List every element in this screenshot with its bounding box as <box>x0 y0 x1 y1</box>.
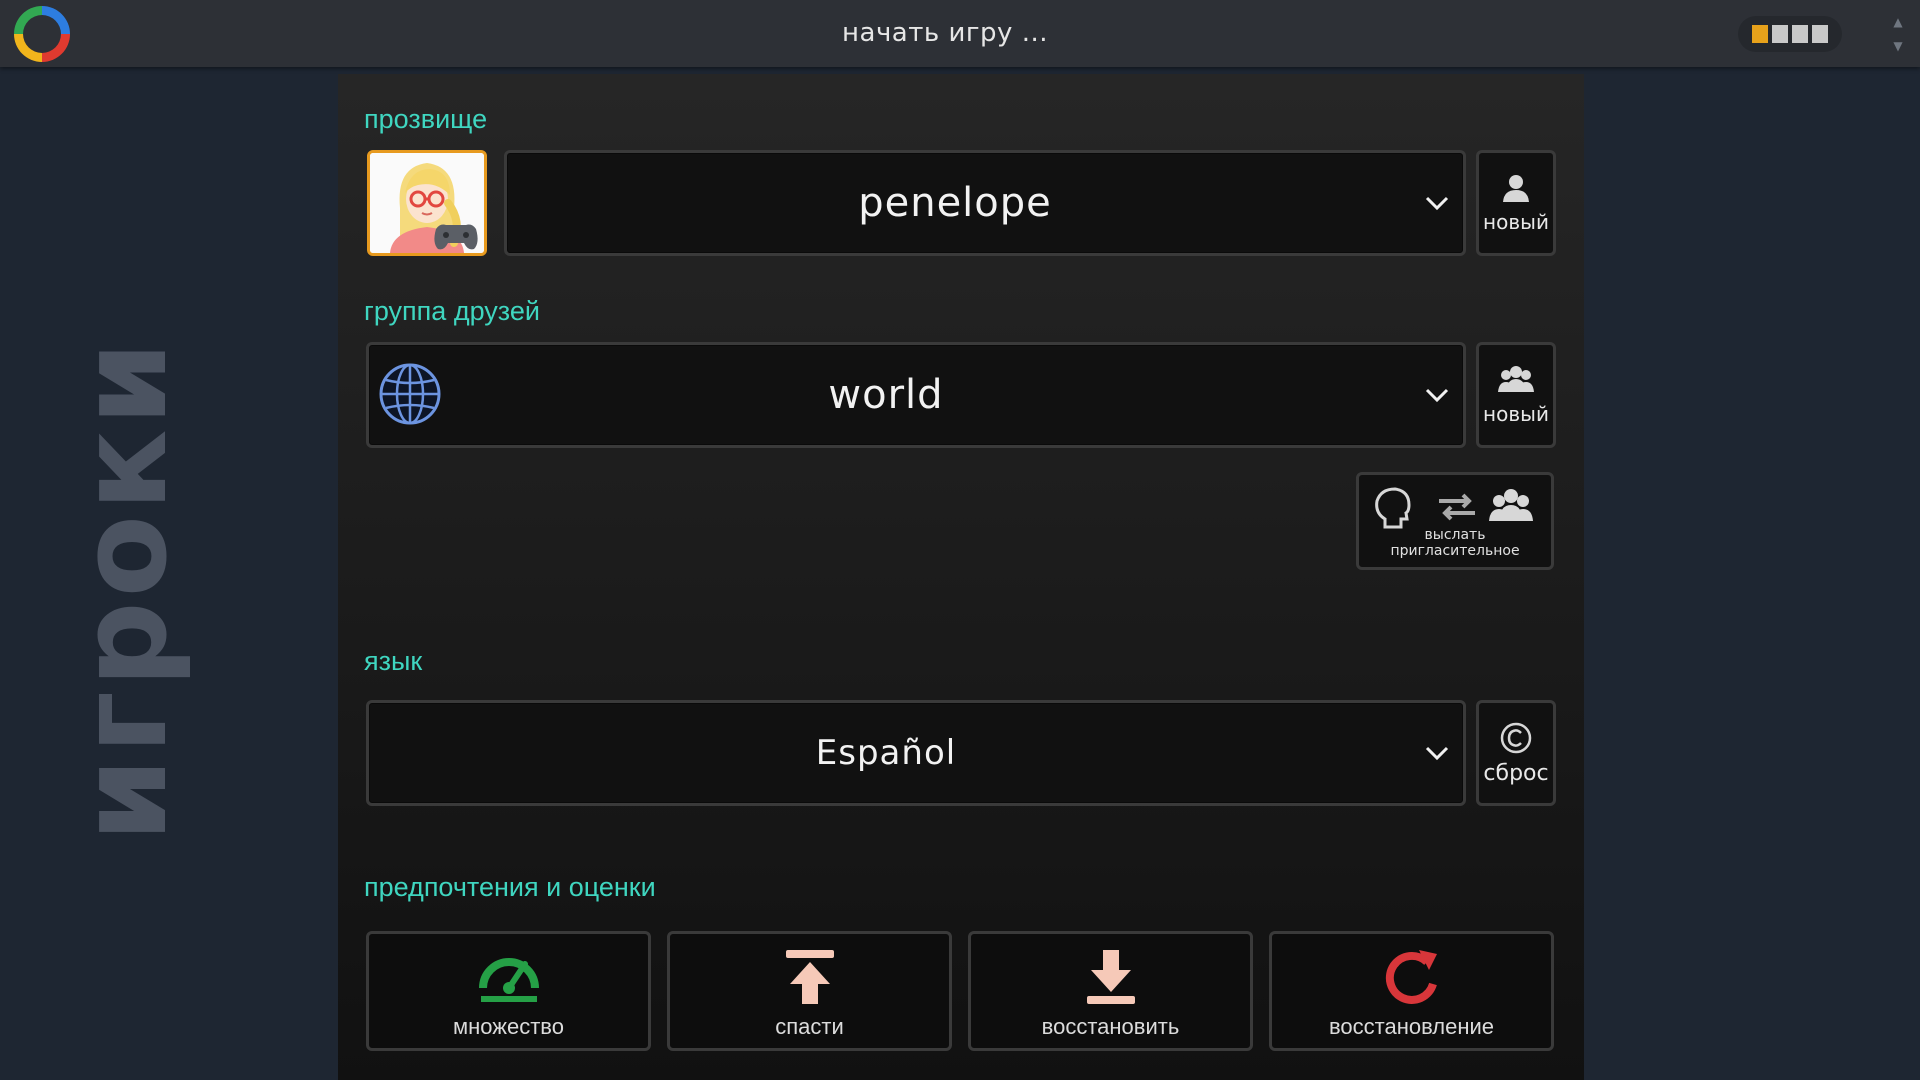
send-invite-label: выслать пригласительное <box>1390 527 1520 559</box>
nickname-value: penelope <box>858 180 1052 226</box>
group-icon <box>1498 366 1534 392</box>
nickname-select[interactable]: penelope <box>504 150 1466 256</box>
reset-language-button[interactable]: сброс <box>1476 700 1556 806</box>
recovery-button[interactable]: восстановление <box>1269 931 1554 1051</box>
settings-panel: прозвище penelope новый группа друзей wo… <box>338 74 1584 1080</box>
arrow-down-icon[interactable]: ▼ <box>1888 34 1908 58</box>
new-group-button[interactable]: новый <box>1476 342 1556 448</box>
preferences-set-label: множество <box>453 1014 564 1039</box>
new-player-button[interactable]: новый <box>1476 150 1556 256</box>
new-player-label: новый <box>1483 210 1549 234</box>
language-select[interactable]: Español <box>366 700 1466 806</box>
recovery-label: восстановление <box>1328 1014 1495 1039</box>
user-icon <box>1503 175 1529 202</box>
chevron-down-icon <box>1425 196 1449 211</box>
friends-group-select[interactable]: world <box>366 342 1466 448</box>
scroll-arrows[interactable]: ▲ ▼ <box>1888 10 1908 58</box>
chevron-down-icon <box>1425 746 1449 761</box>
upload-icon <box>785 950 834 1004</box>
view-switcher[interactable] <box>1738 16 1842 52</box>
avatar-icon <box>370 153 484 253</box>
restore-label: восстановить <box>1041 1014 1180 1039</box>
save-label: спасти <box>775 1014 844 1039</box>
language-value: Español <box>815 733 957 773</box>
view-switcher-item[interactable] <box>1752 25 1768 43</box>
top-bar: начать игру ... ▲ ▼ <box>0 0 1920 67</box>
view-switcher-item[interactable] <box>1792 25 1808 43</box>
new-group-label: новый <box>1483 402 1549 426</box>
restore-button[interactable]: восстановить <box>968 931 1253 1051</box>
save-button[interactable]: спасти <box>667 931 952 1051</box>
nickname-label: прозвище <box>364 104 488 134</box>
avatar[interactable] <box>367 150 487 256</box>
download-icon <box>1086 950 1135 1004</box>
preferences-set-button[interactable]: множество <box>366 931 651 1051</box>
copyright-icon <box>1500 722 1532 753</box>
chevron-down-icon <box>1425 388 1449 403</box>
speedometer-icon <box>478 958 539 1002</box>
arrow-up-icon[interactable]: ▲ <box>1888 10 1908 34</box>
view-switcher-item[interactable] <box>1812 25 1828 43</box>
friends-group-label: группа друзей <box>364 296 540 326</box>
reset-arrow-icon <box>1385 950 1437 1004</box>
preferences-label: предпочтения и оценки <box>364 872 656 902</box>
view-switcher-item[interactable] <box>1772 25 1788 43</box>
language-label: язык <box>364 646 423 676</box>
friends-group-value: world <box>828 372 944 418</box>
send-invite-button[interactable]: выслать пригласительное <box>1356 472 1554 570</box>
reset-language-label: сброс <box>1483 760 1549 786</box>
page-title: начать игру ... <box>842 18 1048 48</box>
side-section-label: игроки <box>55 337 194 842</box>
